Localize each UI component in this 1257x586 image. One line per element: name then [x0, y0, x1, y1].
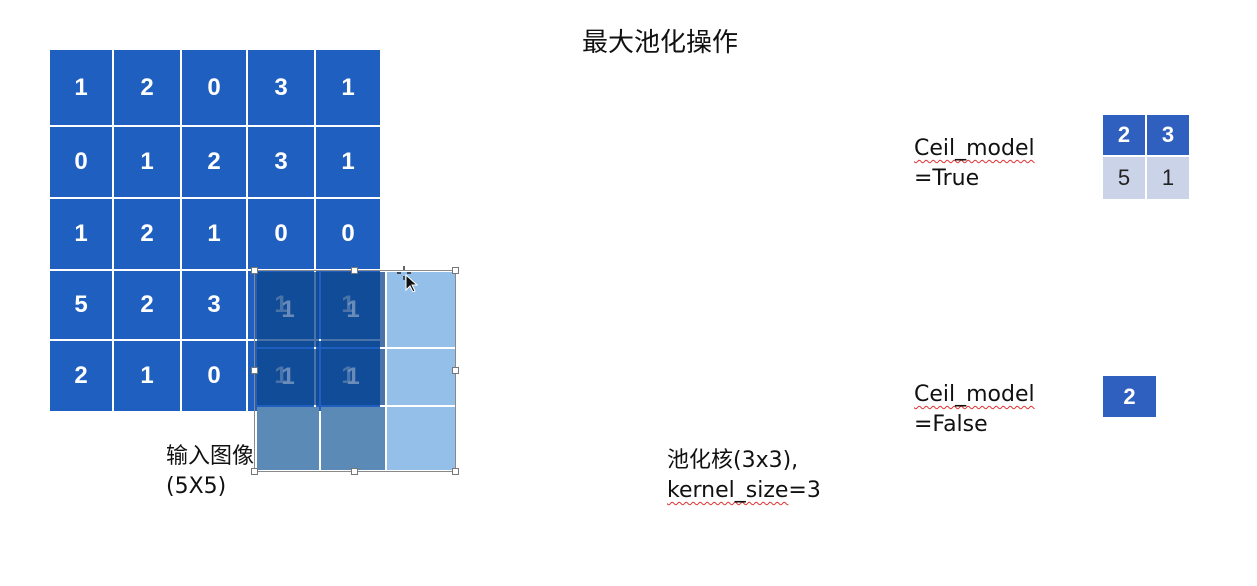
resize-handle-bottom[interactable] [351, 468, 358, 475]
ceil-true-word: Ceil_model [914, 136, 1035, 161]
ceil-true-value: =True [914, 166, 980, 191]
resize-handle-top[interactable] [351, 267, 358, 274]
input-cell: 0 [182, 341, 246, 411]
move-cursor-icon [397, 266, 419, 292]
page-title: 最大池化操作 [581, 28, 738, 58]
ceil-false-value: =False [914, 412, 988, 437]
output-cell: 3 [1147, 115, 1189, 155]
ceil-false-word: Ceil_model [914, 382, 1035, 407]
output-cell: 2 [1103, 115, 1145, 155]
kernel-label-line1: 池化核(3x3), [667, 448, 799, 473]
input-cell: 0 [248, 199, 314, 269]
input-cell: 3 [248, 50, 314, 125]
resize-handle-top-right[interactable] [452, 267, 459, 274]
input-label-line1: 输入图像 [166, 444, 255, 469]
resize-handle-bottom-right[interactable] [452, 468, 459, 475]
kernel-label-line2: kernel_size=3 [667, 476, 821, 506]
kernel-size-value: =3 [788, 478, 821, 503]
input-cell: 2 [114, 199, 180, 269]
resize-handle-left[interactable] [251, 367, 258, 374]
input-cell: 0 [182, 50, 246, 125]
input-cell: 1 [316, 50, 380, 125]
resize-handle-top-left[interactable] [251, 267, 258, 274]
input-cell: 2 [182, 127, 246, 197]
selection-frame [254, 270, 456, 472]
input-cell: 0 [50, 127, 112, 197]
input-cell: 1 [182, 199, 246, 269]
input-cell: 1 [114, 127, 180, 197]
ceil-false-output-grid: 2 [1103, 376, 1156, 417]
input-cell: 2 [50, 341, 112, 411]
kernel-label: 池化核(3x3), kernel_size=3 [667, 446, 821, 506]
kernel-size-word: kernel_size [667, 478, 789, 503]
input-cell: 1 [316, 127, 380, 197]
resize-handle-right[interactable] [452, 367, 459, 374]
input-label-line2: (5X5) [166, 474, 227, 499]
input-cell: 2 [114, 50, 180, 125]
ceil-true-label: Ceil_model =True [914, 134, 1035, 194]
ceil-true-output-grid: 2 3 5 1 [1103, 115, 1189, 199]
output-cell: 5 [1103, 157, 1145, 199]
input-image-label: 输入图像 (5X5) [166, 442, 254, 502]
input-cell: 1 [50, 199, 112, 269]
input-cell: 3 [248, 127, 314, 197]
output-cell: 1 [1147, 157, 1189, 199]
input-cell: 3 [182, 271, 246, 339]
input-cell: 1 [50, 50, 112, 125]
input-cell: 0 [316, 199, 380, 269]
input-cell: 5 [50, 271, 112, 339]
input-cell: 2 [114, 271, 180, 339]
output-cell: 2 [1103, 376, 1156, 417]
ceil-false-label: Ceil_model =False [914, 380, 1035, 440]
input-cell: 1 [114, 341, 180, 411]
